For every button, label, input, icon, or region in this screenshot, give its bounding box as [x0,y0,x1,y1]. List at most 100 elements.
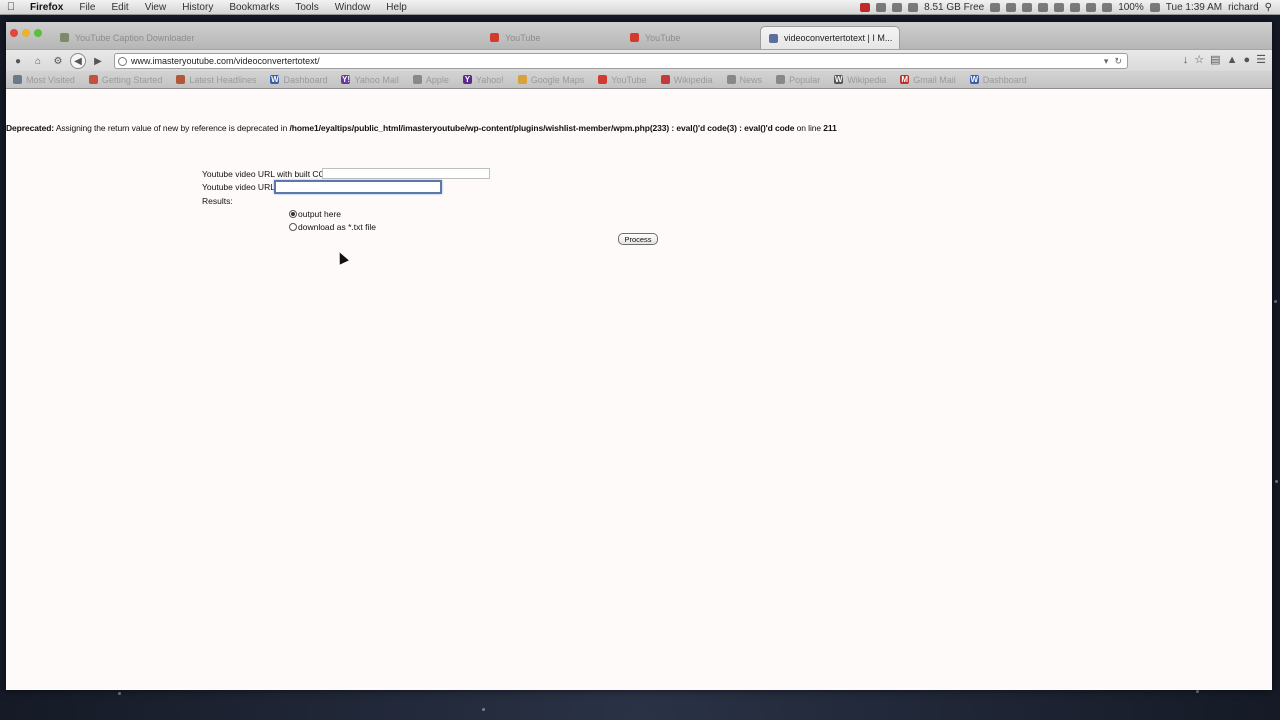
gear-icon[interactable] [892,2,903,12]
home-icon[interactable]: ⌂ [30,53,46,69]
back-button-icon[interactable]: ◀ [70,53,86,69]
bookmark-item[interactable]: News [720,75,770,85]
zoom-window-icon[interactable] [34,29,42,37]
mouse-cursor-icon [335,250,349,265]
addon-icon[interactable]: ▲ [1227,54,1238,66]
bookmark-item[interactable]: Wikipedia [654,75,720,85]
desktop-star [118,692,121,695]
minimize-window-icon[interactable] [22,29,30,37]
bookmark-item[interactable]: Latest Headlines [169,75,263,85]
url-bar[interactable]: www.imasteryoutube.com/videoconvertertot… [114,53,1128,69]
bookmark-label: Dashboard [982,74,1027,85]
record-icon[interactable] [860,2,871,12]
skype-icon[interactable] [876,2,887,12]
menu-tools[interactable]: Tools [287,2,326,13]
tools-icon[interactable]: ⚙ [50,53,66,69]
tab-youtube-1[interactable]: YouTube [482,26,620,49]
bookmark-favicon-icon [726,75,736,84]
menu-history[interactable]: History [174,2,221,13]
bookmark-item[interactable]: M Gmail Mail [893,75,963,85]
volume-icon[interactable] [1086,2,1097,12]
cc-url-input[interactable] [322,168,490,179]
radio-selected-icon[interactable] [289,210,297,218]
apple-menu-icon[interactable]:  [0,1,22,13]
radio-download-txt[interactable]: download as *.txt file [289,222,376,232]
user-name[interactable]: richard [1228,2,1259,13]
bookmark-favicon-icon: Y [462,75,472,84]
bookmark-star-icon[interactable]: ☆ [1194,53,1204,66]
site-identity-icon[interactable] [118,56,127,66]
radio-unselected-icon[interactable] [289,223,297,231]
bookmark-label: Yahoo! [475,74,504,85]
dropper-icon[interactable]: ● [1243,54,1250,66]
bookmark-item[interactable]: Y! Yahoo Mail [334,75,405,85]
menu-help[interactable]: Help [378,2,415,13]
reload-icon[interactable]: ↻ [1114,56,1122,67]
url-text[interactable]: www.imasteryoutube.com/videoconvertertot… [131,56,320,66]
bookmark-favicon-icon [176,75,186,84]
process-button[interactable]: Process [618,233,658,245]
menu-bookmarks[interactable]: Bookmarks [221,2,287,13]
deprecated-label: Deprecated: [6,123,55,133]
sync-icon[interactable] [1022,2,1033,12]
deprecated-path: /home1/eyaltips/public_html/imasteryoutu… [289,123,795,133]
bookmark-favicon-icon [776,75,786,84]
menu-firefox[interactable]: Firefox [22,2,71,13]
storage-free-text: 8.51 GB Free [924,1,985,13]
navigation-bar: ● ⌂ ⚙ ◀ ▶ www.imasteryoutube.com/videoco… [6,49,1272,72]
bookmark-item[interactable]: Most Visited [6,75,82,85]
disk-icon[interactable] [908,2,919,12]
dropbox-icon[interactable] [1006,2,1017,12]
wrench-icon[interactable] [990,2,1001,12]
battery-icon[interactable] [1149,2,1160,12]
bookmark-item[interactable]: W Wikipedia [827,75,893,85]
time-machine-icon[interactable] [1054,2,1065,12]
bookmark-item[interactable]: W Dashboard [263,75,334,85]
download-icon[interactable]: ↓ [1183,54,1189,66]
bookmark-item[interactable]: W Dashboard [963,75,1034,85]
menu-icon[interactable]: ☰ [1256,53,1266,66]
tab-videoconvertertotext[interactable]: videoconvertertotext | I M... × [760,26,900,49]
clock-text[interactable]: Tue 1:39 AM [1166,2,1222,13]
bookmark-favicon-icon [517,75,527,84]
bookmark-item[interactable]: YouTube [591,75,653,85]
bookmark-item[interactable]: Y Yahoo! [456,75,511,85]
tab-caption-downloader[interactable]: YouTube Caption Downloader [52,26,334,49]
bookmark-label: Wikipedia [847,74,887,85]
deprecated-line-label: on line [794,123,824,133]
url-input[interactable] [274,180,442,194]
menu-view[interactable]: View [137,2,175,13]
radio-output-here[interactable]: output here [289,209,341,219]
bookmark-label: YouTube [611,74,647,85]
history-dropdown-icon[interactable]: ▾ [1104,56,1109,67]
spotlight-icon[interactable]: ⚲ [1265,2,1272,13]
bookmark-label: Yahoo Mail [354,74,399,85]
close-tab-icon[interactable]: × [892,33,899,44]
bookmark-favicon-icon [660,75,670,84]
toolbar-right: ↓ ☆ ▤ ▲ ● ☰ [1183,53,1266,67]
bluetooth-icon[interactable] [1070,2,1081,12]
bookmark-favicon-icon: W [834,75,844,84]
menubar-status-area: 8.51 GB Free 100% Tue 1:39 AM richard ⚲ [860,2,1280,13]
results-label: Results: [202,196,233,206]
bookmark-item[interactable]: Getting Started [82,75,170,85]
bookmark-item[interactable]: Apple [406,75,456,85]
wifi-icon[interactable] [1102,2,1113,12]
deprecation-warning: Deprecated: Assigning the return value o… [6,123,837,133]
page-content: Deprecated: Assigning the return value o… [6,89,1272,690]
bookmarks-toolbar: Most Visited Getting Started Latest Headli… [6,71,1272,89]
forward-button-icon[interactable]: ▶ [90,53,106,69]
menu-file[interactable]: File [71,2,103,13]
bookmarks-menu-icon[interactable]: ▤ [1210,53,1220,66]
radio-download-label: download as *.txt file [298,222,376,232]
desktop-star [1274,300,1277,303]
field-cc-url-label: Youtube video URL with built CC: [202,169,328,179]
bookmark-item[interactable]: Google Maps [511,75,592,85]
menu-edit[interactable]: Edit [103,2,136,13]
bookmark-item[interactable]: Popular [769,75,827,85]
radio-output-label: output here [298,209,342,219]
tab-youtube-2[interactable]: YouTube [622,26,760,49]
screen-icon[interactable] [1038,2,1049,12]
close-window-icon[interactable] [10,29,18,37]
menu-window[interactable]: Window [327,2,379,13]
